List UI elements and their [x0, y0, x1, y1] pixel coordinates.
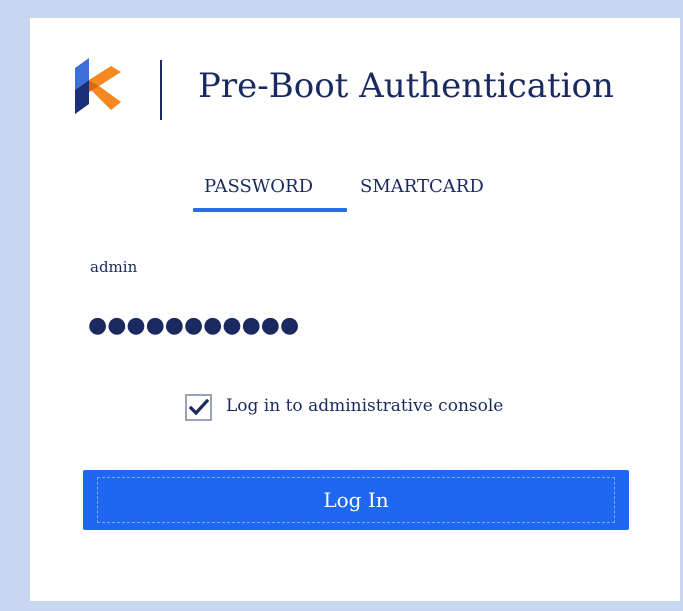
admin-console-label[interactable]: Log in to administrative console [226, 396, 503, 416]
username-field[interactable]: admin [90, 258, 137, 276]
login-button[interactable]: Log In [83, 470, 629, 530]
login-button-label: Log In [323, 488, 389, 512]
tab-password[interactable]: PASSWORD [204, 176, 313, 197]
title-divider [160, 60, 162, 120]
page-title: Pre-Boot Authentication [198, 66, 614, 106]
active-tab-indicator [193, 208, 347, 212]
window-frame: Pre-Boot Authentication PASSWORD SMARTCA… [0, 0, 683, 611]
login-card: Pre-Boot Authentication PASSWORD SMARTCA… [30, 18, 680, 601]
tab-smartcard[interactable]: SMARTCARD [360, 176, 484, 197]
password-field[interactable]: ●●●●●●●●●●● [88, 312, 299, 340]
admin-console-checkbox[interactable] [185, 394, 212, 421]
brand-logo-icon [75, 58, 123, 118]
